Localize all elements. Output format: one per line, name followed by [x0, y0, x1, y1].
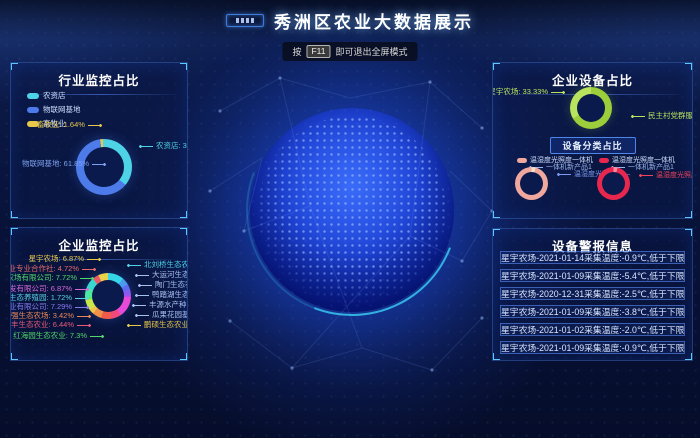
corner-bracket: [492, 62, 500, 70]
corner-bracket: [685, 211, 693, 219]
device-donut-chart[interactable]: [570, 87, 612, 129]
corner-bracket: [10, 62, 18, 70]
chart-label: 红阳禽业专业合作社: 4.72%: [10, 265, 96, 273]
chart-label: 红海园生态农业: 7.3%: [13, 332, 104, 340]
corner-bracket: [180, 227, 188, 235]
corner-bracket: [492, 228, 500, 236]
chart-label: 大运河生态牧业有限责任公: [135, 271, 188, 279]
corner-bracket: [10, 353, 18, 361]
device-class-title: 设备分类占比: [549, 137, 635, 154]
fullscreen-tip: 按 F11 即可退出全屏模式: [282, 42, 417, 61]
legend-label: 农资店: [43, 90, 66, 101]
enterprise-monitor-panel: 企业监控占比 星宇农场: 6.87% 红阳禽业专业合作社: 4.72% 家临农场…: [10, 227, 188, 361]
panel-title: 企业监控占比: [11, 235, 187, 254]
alarm-list: 星宇农场-2021-01-14采集温度:-0.9℃,低于下限:0℃ 星宇农场-2…: [500, 251, 685, 359]
corner-bracket: [492, 211, 500, 219]
alarm-row: 星宇农场-2021-01-09采集温度:-5.4℃,低于下限:0℃: [500, 269, 685, 282]
device-alarm-panel: 设备警报信息 星宇农场-2021-01-14采集温度:-0.9℃,低于下限:0℃…: [492, 228, 693, 361]
legend-swatch: [27, 107, 39, 113]
tip-prefix: 按: [292, 45, 301, 58]
chart-label: 国开发有限公司: 6.87%: [10, 285, 89, 293]
chart-label: 畜牧业: 1.64%: [37, 121, 102, 129]
corner-bracket: [180, 211, 188, 219]
chart-label: 瓜果花园基地: 15.02%: [135, 311, 188, 319]
chart-label: 李强生态农场: 3.42%: [10, 312, 91, 320]
chart-label: 陶门生态农业科技有限公: [138, 281, 188, 289]
chart-label: 中达牧业有限公司: 7.29%: [10, 303, 89, 311]
legend-item[interactable]: 农资店: [27, 90, 81, 101]
corner-bracket: [180, 353, 188, 361]
alarm-row: 星宇农场-2021-01-09采集温度:-0.9℃,低于下限:0℃: [500, 341, 685, 354]
legend-swatch: [27, 93, 39, 99]
corner-bracket: [10, 227, 18, 235]
tip-suffix: 即可退出全屏模式: [336, 45, 408, 58]
alarm-row: 星宇农场-2021-01-14采集温度:-0.9℃,低于下限:0℃: [500, 251, 685, 264]
chart-label: 鸭踏湖生态农场: 4.29%: [135, 291, 188, 299]
header-bar: 秀洲区农业大数据展示: [0, 0, 700, 40]
chart-label: 民主村党群服务中心:: [631, 112, 693, 120]
f11-keycap: F11: [306, 45, 330, 58]
corner-bracket: [10, 211, 18, 219]
corner-bracket: [180, 62, 188, 70]
legend-item[interactable]: 物联网基地: [27, 104, 81, 115]
device-class-donut-right[interactable]: [597, 167, 630, 200]
chart-label: 星宇农场: 33.33%: [492, 88, 565, 96]
chart-label: 丰源水产种苗养殖场: 1.: [132, 301, 188, 309]
device-ratio-panel: 企业设备占比 星宇农场: 33.33% 民主村党群服务中心: 设备分类占比 温湿…: [492, 62, 693, 219]
device-class-donut-left[interactable]: [515, 167, 548, 200]
chart-label: 温湿度光照度一—: [639, 172, 693, 180]
industry-monitor-panel: 行业监控占比 农资店 物联网基地 畜牧业 畜牧业: 1.64% 农资店: 36.…: [10, 62, 188, 219]
legend-swatch: [599, 158, 609, 163]
corner-bracket: [492, 353, 500, 361]
alarm-row: 星宇农场-2021-01-02采集温度:-2.0℃,低于下限:0℃: [500, 323, 685, 336]
chart-label: 北刘桥生态农场: 11.36%: [127, 261, 188, 269]
chart-label: 物联网基地: 61.85%: [22, 160, 106, 168]
chart-label: 仁丰生态农业: 6.44%: [10, 321, 91, 329]
alarm-row: 星宇农场-2021-01-09采集温度:-3.8℃,低于下限:0℃: [500, 305, 685, 318]
corner-bracket: [685, 62, 693, 70]
legend-swatch: [517, 158, 527, 163]
chart-label: 农资店: 36.57%: [139, 142, 188, 150]
legend-label: 物联网基地: [43, 104, 81, 115]
alarm-row: 星宇农场-2020-12-31采集温度:-2.5℃,低于下限:0℃: [500, 287, 685, 300]
chart-label: 星宇农场: 6.87%: [29, 255, 101, 263]
chart-label: 上华生态养殖园: 1.72%: [10, 294, 89, 302]
corner-bracket: [685, 228, 693, 236]
corner-bracket: [685, 353, 693, 361]
chart-label: 鹏硕生态农业有限公司: 6.87%: [127, 321, 188, 329]
globe-visualization: [250, 108, 454, 312]
logo-badge-icon: [226, 14, 264, 27]
dashboard-root: 秀洲区农业大数据展示 按 F11 即可退出全屏模式 行业监控占比 农资店 物联网…: [0, 0, 700, 438]
chart-label: 家临农场有限公司: 7.72%: [10, 274, 94, 282]
page-title: 秀洲区农业大数据展示: [274, 8, 474, 33]
